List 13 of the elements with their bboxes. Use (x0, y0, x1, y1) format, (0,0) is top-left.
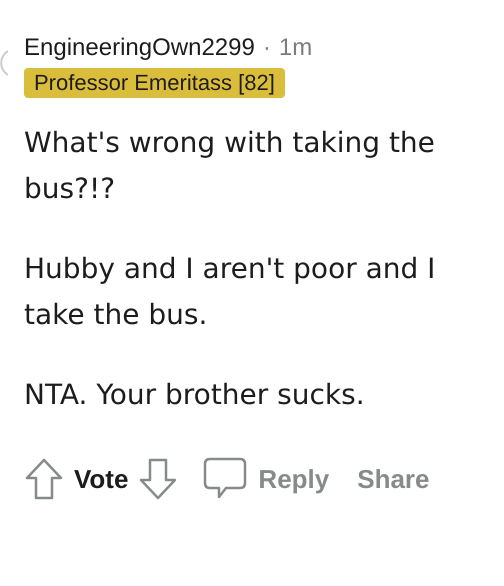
comment-time: 1m (278, 34, 312, 62)
comment-paragraph: NTA. Your brother sucks. (24, 377, 366, 413)
upvote-icon[interactable] (24, 457, 64, 501)
reply-button[interactable]: Reply (202, 456, 330, 502)
vote-label: Vote (74, 464, 128, 494)
avatar-icon (0, 50, 8, 76)
downvote-icon[interactable] (138, 457, 178, 501)
comment-paragraph: What's wrong with taking the bus?!? (24, 125, 436, 207)
comment-paragraph: Hubby and I aren't poor and I take the bus. (24, 251, 436, 333)
share-button[interactable]: Share (357, 464, 430, 494)
author-name[interactable]: EngineeringOwn2299 (24, 34, 255, 62)
separator-dot: · (262, 34, 271, 62)
user-flair: Professor Emeritass [82] (24, 68, 285, 98)
